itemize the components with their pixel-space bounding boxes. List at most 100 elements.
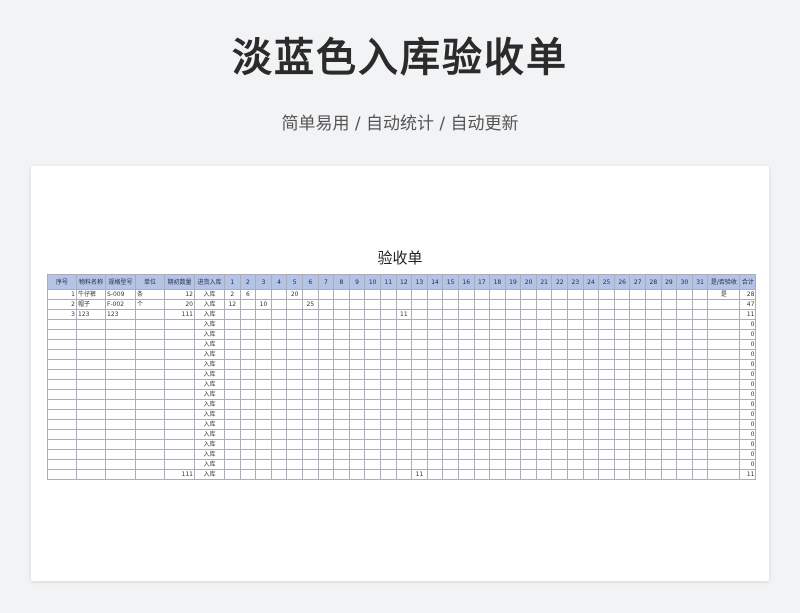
cell-day-30[interactable]	[676, 319, 693, 330]
cell-day-28[interactable]	[645, 299, 662, 310]
cell-day-20[interactable]	[520, 449, 537, 460]
cell-day-20[interactable]	[520, 379, 537, 390]
cell-day-21[interactable]	[535, 319, 553, 330]
cell-day-4[interactable]	[270, 299, 288, 310]
cell-day-30[interactable]	[676, 429, 693, 440]
cell-day-29[interactable]	[660, 389, 678, 400]
cell-day-23[interactable]	[567, 429, 584, 440]
cell-day-19[interactable]	[504, 439, 522, 450]
cell-day-31[interactable]	[691, 389, 709, 400]
cell-day-6[interactable]	[301, 449, 319, 460]
cell-day-30[interactable]	[676, 369, 693, 380]
cell-day-2[interactable]	[239, 299, 257, 310]
cell-day-15[interactable]	[442, 409, 459, 420]
cell-day-27[interactable]	[629, 339, 647, 350]
cell-day-6[interactable]	[301, 469, 319, 480]
cell-day-28[interactable]	[645, 359, 662, 370]
cell-day-19[interactable]	[504, 419, 522, 430]
cell-day-24[interactable]	[582, 299, 600, 310]
cell-total[interactable]: 28	[739, 289, 757, 300]
cell-day-12[interactable]	[395, 379, 413, 390]
cell-day-19[interactable]	[504, 339, 522, 350]
cell-day-8[interactable]	[333, 459, 350, 470]
cell-unit[interactable]	[135, 349, 165, 360]
cell-seq[interactable]	[47, 459, 77, 470]
cell-day-29[interactable]	[660, 369, 678, 380]
cell-name[interactable]	[76, 339, 106, 350]
cell-day-5[interactable]	[286, 419, 303, 430]
cell-day-20[interactable]	[520, 349, 537, 360]
cell-day-11[interactable]	[379, 329, 397, 340]
cell-day-30[interactable]	[676, 419, 693, 430]
cell-spec[interactable]: S-009	[105, 289, 136, 300]
cell-day-12[interactable]	[395, 429, 413, 440]
cell-day-13[interactable]	[411, 429, 428, 440]
cell-checked[interactable]	[707, 399, 741, 410]
cell-checked[interactable]	[707, 359, 741, 370]
cell-day-30[interactable]	[676, 339, 693, 350]
cell-day-20[interactable]	[520, 309, 537, 320]
cell-day-27[interactable]	[629, 379, 647, 390]
cell-day-31[interactable]	[691, 439, 709, 450]
cell-day-13[interactable]	[411, 399, 428, 410]
cell-day-5[interactable]	[286, 329, 303, 340]
cell-day-5[interactable]	[286, 359, 303, 370]
cell-day-20[interactable]	[520, 299, 537, 310]
cell-day-26[interactable]	[613, 379, 631, 390]
cell-day-19[interactable]	[504, 379, 522, 390]
cell-day-1[interactable]	[224, 459, 241, 470]
cell-day-30[interactable]	[676, 329, 693, 340]
cell-day-21[interactable]	[535, 389, 553, 400]
cell-day-4[interactable]	[270, 309, 288, 320]
cell-day-10[interactable]	[364, 329, 381, 340]
cell-day-2[interactable]	[239, 419, 257, 430]
cell-day-20[interactable]	[520, 469, 537, 480]
cell-day-9[interactable]	[348, 309, 366, 320]
cell-day-9[interactable]	[348, 379, 366, 390]
cell-day-21[interactable]	[535, 399, 553, 410]
cell-spec[interactable]	[105, 459, 136, 470]
cell-day-5[interactable]	[286, 319, 303, 330]
cell-day-14[interactable]	[426, 349, 444, 360]
cell-day-24[interactable]	[582, 369, 600, 380]
cell-day-4[interactable]	[270, 469, 288, 480]
cell-day-23[interactable]	[567, 439, 584, 450]
cell-day-22[interactable]	[551, 369, 569, 380]
cell-day-11[interactable]	[379, 379, 397, 390]
cell-day-11[interactable]	[379, 419, 397, 430]
cell-day-20[interactable]	[520, 319, 537, 330]
cell-day-28[interactable]	[645, 469, 662, 480]
cell-day-15[interactable]	[442, 439, 459, 450]
cell-day-16[interactable]	[457, 439, 475, 450]
cell-unit[interactable]	[135, 409, 165, 420]
cell-day-11[interactable]	[379, 409, 397, 420]
cell-day-2[interactable]	[239, 399, 257, 410]
cell-day-1[interactable]: 12	[224, 299, 241, 310]
cell-day-28[interactable]	[645, 449, 662, 460]
cell-name[interactable]: 牛仔裤	[76, 289, 106, 300]
cell-day-1[interactable]	[224, 409, 241, 420]
cell-seq[interactable]	[47, 379, 77, 390]
cell-day-21[interactable]	[535, 459, 553, 470]
cell-checked[interactable]	[707, 439, 741, 450]
cell-day-5[interactable]	[286, 309, 303, 320]
cell-day-14[interactable]	[426, 309, 444, 320]
cell-day-6[interactable]	[301, 319, 319, 330]
cell-unit[interactable]	[135, 309, 165, 320]
cell-day-22[interactable]	[551, 309, 569, 320]
cell-day-3[interactable]	[255, 329, 272, 340]
cell-day-29[interactable]	[660, 449, 678, 460]
cell-day-27[interactable]	[629, 299, 647, 310]
cell-day-18[interactable]	[489, 389, 506, 400]
cell-day-17[interactable]	[473, 459, 491, 470]
cell-day-24[interactable]	[582, 439, 600, 450]
cell-name[interactable]	[76, 399, 106, 410]
cell-day-10[interactable]	[364, 399, 381, 410]
cell-day-26[interactable]	[613, 429, 631, 440]
cell-spec[interactable]	[105, 359, 136, 370]
cell-day-22[interactable]	[551, 379, 569, 390]
cell-day-5[interactable]	[286, 369, 303, 380]
cell-day-7[interactable]	[317, 469, 335, 480]
cell-day-7[interactable]	[317, 379, 335, 390]
cell-day-16[interactable]	[457, 289, 475, 300]
